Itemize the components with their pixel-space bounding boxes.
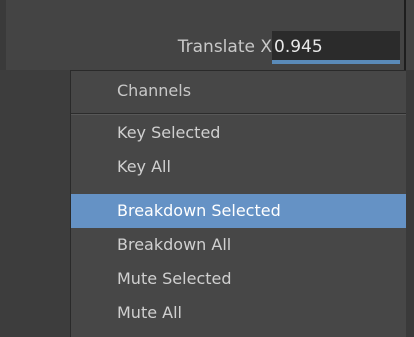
left-panel [0, 70, 70, 337]
panel-divider [404, 0, 406, 70]
menu-item-label: Breakdown All [117, 235, 232, 254]
menu-header: Channels [71, 71, 406, 111]
menu-item-key-all[interactable]: Key All [71, 150, 406, 184]
translate-x-label: Translate X [177, 37, 272, 57]
menu-item-mute-all[interactable]: Mute All [71, 296, 406, 330]
menu-item-breakdown-selected[interactable]: Breakdown Selected [71, 194, 406, 228]
menu-item-key-selected[interactable]: Key Selected [71, 116, 406, 150]
menu-item-label: Breakdown Selected [117, 201, 281, 220]
menu-header-label: Channels [117, 81, 192, 100]
menu-item-label: Mute Selected [117, 269, 232, 288]
menu-separator-highlight [71, 114, 406, 115]
channel-box-header: Translate X 0.945 [0, 0, 414, 70]
translate-x-value[interactable]: 0.945 [274, 36, 323, 58]
panel-edge [0, 0, 6, 70]
channels-context-menu: Channels Key Selected Key All Breakdown … [70, 70, 406, 337]
menu-item-breakdown-all[interactable]: Breakdown All [71, 228, 406, 262]
menu-item-label: Key All [117, 157, 171, 176]
right-panel-strip [406, 70, 414, 337]
menu-item-label: Key Selected [117, 123, 221, 142]
menu-item-mute-selected[interactable]: Mute Selected [71, 262, 406, 296]
field-underline [272, 60, 400, 64]
translate-x-field[interactable]: 0.945 [272, 31, 400, 64]
menu-item-label: Mute All [117, 303, 182, 322]
